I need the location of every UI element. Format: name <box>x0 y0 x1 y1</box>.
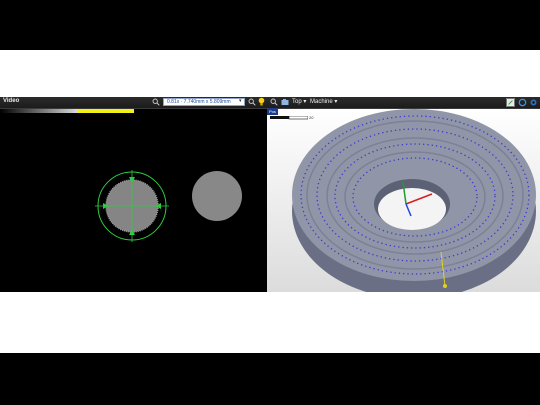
sync-icon[interactable] <box>518 98 527 107</box>
model-pane: Top ▾ Machine ▾ Pos 20 <box>267 97 540 292</box>
video-pane: Video 0.81x · 7.740mm x 5.809mm ▾ <box>0 97 267 292</box>
view-dropdown[interactable]: Top ▾ <box>292 98 306 105</box>
model-3d-view <box>267 108 540 292</box>
model-toolbar: Top ▾ Machine ▾ <box>267 97 540 109</box>
video-toolbar: Video 0.81x · 7.740mm x 5.809mm ▾ <box>0 97 267 109</box>
light-bulb-icon[interactable] <box>258 97 265 107</box>
center-bore <box>378 188 446 230</box>
scale-bar <box>270 116 308 120</box>
display-mode-icon[interactable] <box>506 98 515 107</box>
coordinate-dropdown[interactable]: Machine ▾ <box>310 98 337 105</box>
zoom3d-icon[interactable] <box>270 98 278 106</box>
chevron-down-icon[interactable]: ▾ <box>239 98 242 104</box>
probe-point <box>443 284 447 288</box>
position-badge: Pos <box>267 108 278 115</box>
settings-icon[interactable] <box>529 98 538 107</box>
measurement-field[interactable]: 0.81x · 7.740mm x 5.809mm <box>163 98 245 106</box>
reference-part <box>192 171 242 221</box>
video-image <box>95 170 242 242</box>
scale-label: 20 <box>309 115 314 120</box>
zoom-icon[interactable] <box>248 98 256 106</box>
search-icon[interactable] <box>152 98 160 106</box>
camera-icon[interactable] <box>281 98 289 106</box>
top-letterbox <box>0 50 540 97</box>
video-title: Video <box>3 98 20 104</box>
bottom-letterbox <box>0 292 540 353</box>
